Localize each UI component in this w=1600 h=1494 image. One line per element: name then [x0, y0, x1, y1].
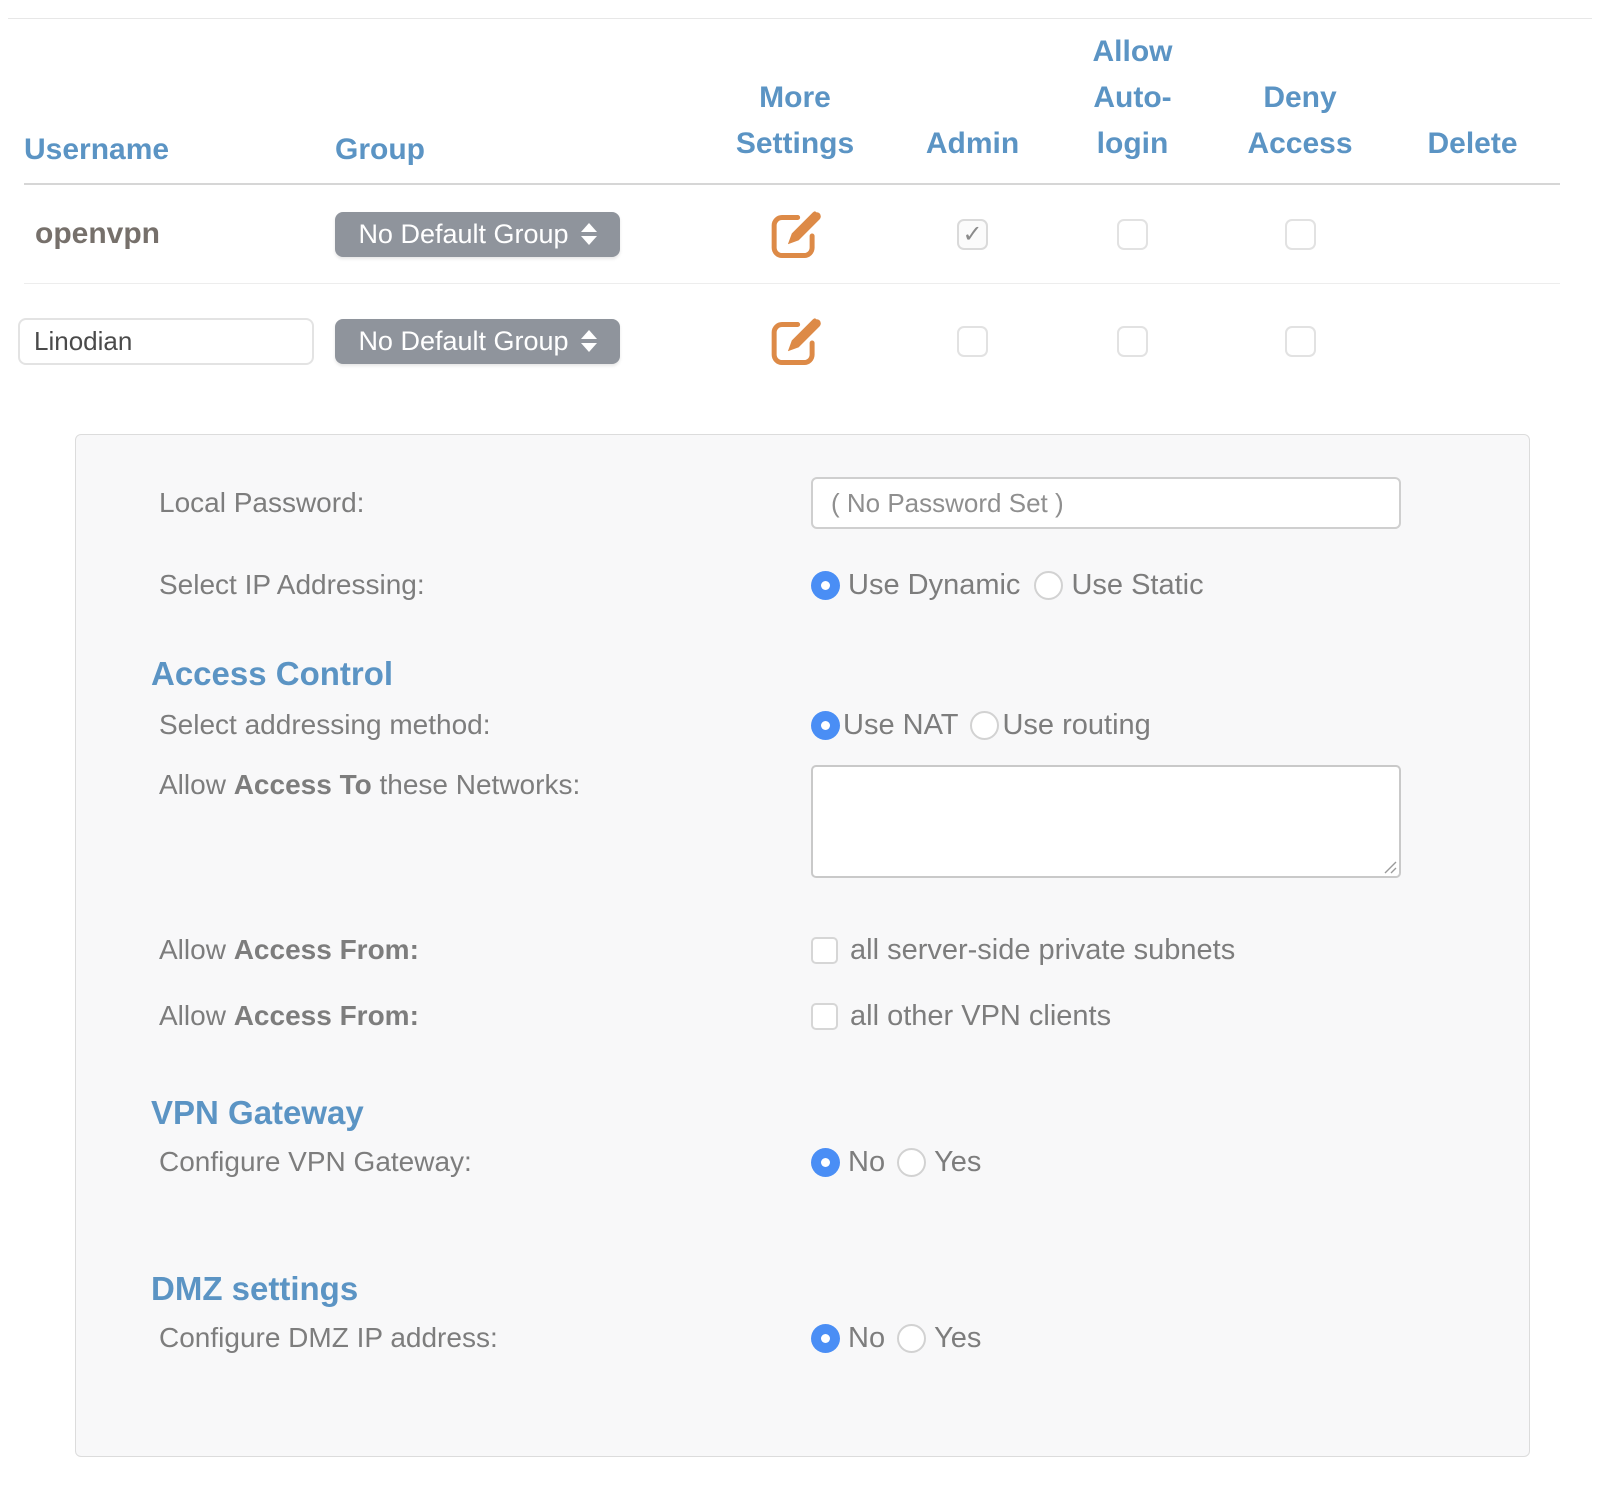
local-password-row: Local Password:	[76, 477, 1529, 529]
more-settings-edit-button[interactable]	[767, 209, 824, 260]
configure-vpn-gateway-row: Configure VPN Gateway: No Yes	[76, 1140, 1529, 1184]
dmz-no-radio[interactable]	[811, 1324, 840, 1353]
addressing-method-label: Select addressing method:	[76, 705, 811, 745]
use-nat-option-label[interactable]: Use NAT	[843, 709, 958, 742]
column-header-allow-autologin: Allow Auto- login	[1093, 29, 1173, 167]
use-static-option-label[interactable]: Use Static	[1071, 569, 1203, 602]
ip-addressing-row: Select IP Addressing: Use Dynamic Use St…	[76, 563, 1529, 607]
local-password-label: Local Password:	[76, 483, 811, 523]
table-row: openvpn No Default Group ✓	[24, 185, 1560, 284]
user-settings-panel: Local Password: Select IP Addressing: Us…	[75, 434, 1530, 1457]
admin-checkbox[interactable]: ✓	[957, 219, 988, 250]
vpn-gateway-no-label[interactable]: No	[848, 1146, 885, 1179]
use-static-radio[interactable]	[1034, 571, 1063, 600]
table-row: No Default Group	[24, 284, 1560, 398]
use-dynamic-radio[interactable]	[811, 571, 840, 600]
use-dynamic-option-label[interactable]: Use Dynamic	[848, 569, 1020, 602]
access-from-clients-checkbox[interactable]	[811, 1003, 838, 1030]
table-header-row: Username Group More Settings Admin Allow…	[24, 19, 1560, 185]
user-permissions-table: Username Group More Settings Admin Allow…	[0, 19, 1600, 398]
username-openvpn: openvpn	[24, 217, 335, 251]
column-header-admin: Admin	[926, 121, 1019, 167]
edit-pencil-icon	[767, 209, 824, 260]
allow-autologin-checkbox[interactable]	[1117, 326, 1148, 357]
access-from-label: Allow Access From:	[76, 996, 811, 1036]
group-select-value: No Default Group	[358, 326, 568, 357]
vpn-gateway-yes-label[interactable]: Yes	[934, 1146, 981, 1179]
access-control-heading: Access Control	[151, 655, 1529, 693]
access-to-networks-row: Allow Access To these Networks:	[76, 765, 1529, 878]
new-username-input[interactable]	[18, 318, 314, 365]
up-down-arrows-icon	[581, 223, 597, 245]
deny-access-checkbox[interactable]	[1285, 326, 1316, 357]
vpn-gateway-heading: VPN Gateway	[151, 1094, 1529, 1132]
group-select[interactable]: No Default Group	[335, 212, 620, 257]
vpn-gateway-yes-radio[interactable]	[897, 1148, 926, 1177]
dmz-yes-label[interactable]: Yes	[934, 1322, 981, 1355]
up-down-arrows-icon	[581, 330, 597, 352]
more-settings-edit-button[interactable]	[767, 316, 824, 367]
configure-dmz-label: Configure DMZ IP address:	[76, 1318, 811, 1358]
ip-addressing-label: Select IP Addressing:	[76, 565, 811, 605]
use-nat-radio[interactable]	[811, 711, 840, 740]
addressing-method-row: Select addressing method: Use NAT Use ro…	[76, 703, 1529, 747]
access-from-subnets-label[interactable]: all server-side private subnets	[850, 934, 1235, 967]
column-header-group: Group	[335, 133, 695, 167]
configure-vpn-gateway-label: Configure VPN Gateway:	[76, 1142, 811, 1182]
column-header-more-settings: More Settings	[736, 75, 854, 167]
access-from-subnets-checkbox[interactable]	[811, 937, 838, 964]
allow-autologin-checkbox[interactable]	[1117, 219, 1148, 250]
access-from-label: Allow Access From:	[76, 930, 811, 970]
admin-checkbox[interactable]	[957, 326, 988, 357]
access-from-clients-label[interactable]: all other VPN clients	[850, 1000, 1111, 1033]
access-from-clients-row: Allow Access From: all other VPN clients	[76, 994, 1529, 1038]
configure-dmz-row: Configure DMZ IP address: No Yes	[76, 1316, 1529, 1360]
column-header-deny-access: Deny Access	[1247, 75, 1352, 167]
column-header-delete: Delete	[1427, 121, 1517, 167]
use-routing-radio[interactable]	[970, 711, 999, 740]
dmz-settings-heading: DMZ settings	[151, 1270, 1529, 1308]
dmz-yes-radio[interactable]	[897, 1324, 926, 1353]
access-to-networks-label: Allow Access To these Networks:	[76, 765, 811, 805]
group-select[interactable]: No Default Group	[335, 319, 620, 364]
vpn-gateway-no-radio[interactable]	[811, 1148, 840, 1177]
dmz-no-label[interactable]: No	[848, 1322, 885, 1355]
column-header-username: Username	[24, 133, 335, 167]
deny-access-checkbox[interactable]	[1285, 219, 1316, 250]
use-routing-option-label[interactable]: Use routing	[1002, 709, 1150, 742]
local-password-input[interactable]	[811, 477, 1401, 529]
access-to-networks-textarea[interactable]	[811, 765, 1401, 878]
group-select-value: No Default Group	[358, 219, 568, 250]
access-from-subnets-row: Allow Access From: all server-side priva…	[76, 928, 1529, 972]
edit-pencil-icon	[767, 316, 824, 367]
